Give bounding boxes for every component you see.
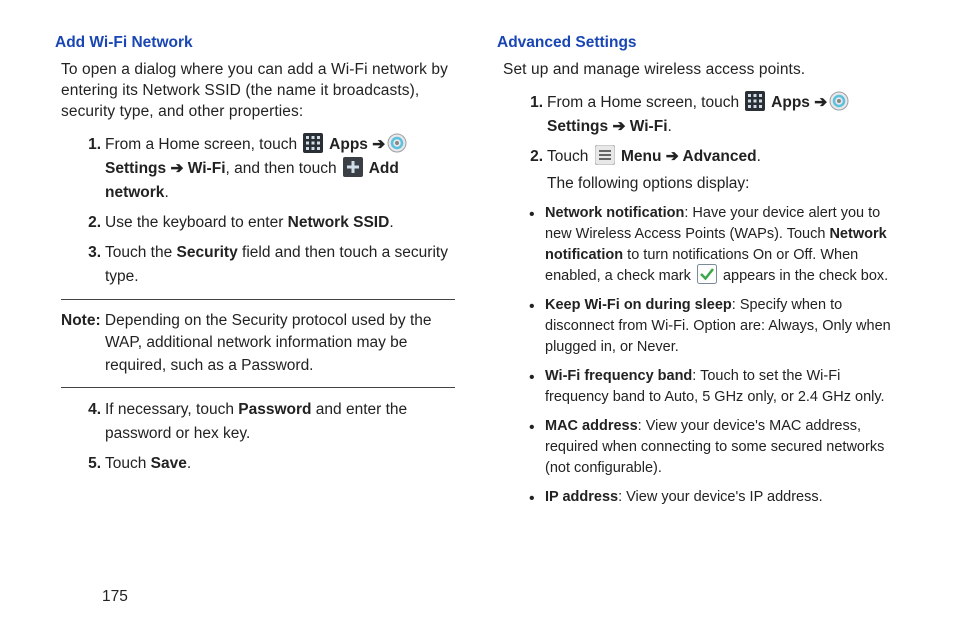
steps-list-right: From a Home screen, touch Apps ➔ Setting… [497, 91, 897, 195]
section-heading-advanced: Advanced Settings [497, 34, 897, 52]
section-heading-add-wifi: Add Wi-Fi Network [55, 34, 455, 52]
apps-label: Apps [767, 94, 814, 111]
text: , and then touch [226, 160, 341, 177]
step-3: Touch the Security field and then touch … [85, 241, 455, 289]
text: . [164, 184, 168, 201]
text: Touch [105, 455, 151, 472]
arrow-icon: ➔ [666, 148, 679, 165]
bullet-network-notification: Network notification: Have your device a… [529, 203, 897, 287]
note-body: Depending on the Security protocol used … [101, 312, 432, 374]
bullet-mac-address: MAC address: View your device's MAC addr… [529, 416, 897, 479]
text: If necessary, touch [105, 401, 238, 418]
save-label: Save [151, 455, 187, 472]
text: Touch the [105, 244, 177, 261]
opt-label: Network notification [545, 205, 684, 221]
password-label: Password [238, 401, 311, 418]
opt-label: Keep Wi-Fi on during sleep [545, 297, 732, 313]
apps-label: Apps [325, 136, 372, 153]
divider [61, 299, 455, 300]
wifi-label: Wi-Fi [625, 118, 667, 135]
text: From a Home screen, touch [105, 136, 301, 153]
left-column: Add Wi-Fi Network To open a dialog where… [55, 34, 455, 516]
steps-list-2: If necessary, touch Password and enter t… [55, 398, 455, 476]
settings-label: Settings [105, 160, 170, 177]
steps-list-1: From a Home screen, touch Apps ➔ Setting… [55, 133, 455, 289]
text: Use the keyboard to enter [105, 214, 288, 231]
manual-page: Add Wi-Fi Network To open a dialog where… [0, 0, 954, 636]
text: . [757, 148, 761, 165]
two-column-layout: Add Wi-Fi Network To open a dialog where… [55, 34, 904, 516]
note-paragraph: Note: Depending on the Security protocol… [61, 310, 455, 377]
bullet-keep-wifi-sleep: Keep Wi-Fi on during sleep: Specify when… [529, 295, 897, 358]
menu-bars-icon [595, 145, 615, 165]
intro-paragraph: To open a dialog where you can add a Wi-… [61, 60, 455, 123]
menu-label: Menu [617, 148, 666, 165]
settings-gear-icon [829, 91, 849, 111]
text: . [668, 118, 672, 135]
divider [61, 387, 455, 388]
opt-label: IP address [545, 489, 618, 505]
text: appears in the check box. [719, 268, 888, 284]
right-column: Advanced Settings Set up and manage wire… [497, 34, 897, 516]
arrow-icon: ➔ [612, 118, 625, 135]
text: . [187, 455, 191, 472]
intro-paragraph: Set up and manage wireless access points… [503, 60, 897, 81]
apps-grid-icon [745, 91, 765, 111]
add-plus-icon [343, 157, 363, 177]
text: . [389, 214, 393, 231]
settings-gear-icon [387, 133, 407, 153]
arrow-icon: ➔ [814, 94, 827, 111]
step-r1: From a Home screen, touch Apps ➔ Setting… [527, 91, 897, 139]
opt-label: MAC address [545, 418, 638, 434]
page-number: 175 [102, 588, 128, 606]
follow-text: The following options display: [547, 173, 897, 195]
step-4: If necessary, touch Password and enter t… [85, 398, 455, 446]
bullet-freq-band: Wi-Fi frequency band: Touch to set the W… [529, 366, 897, 408]
apps-grid-icon [303, 133, 323, 153]
note-label: Note: [61, 312, 101, 329]
arrow-icon: ➔ [170, 160, 183, 177]
advanced-label: Advanced [679, 148, 757, 165]
arrow-icon: ➔ [372, 136, 385, 153]
step-1: From a Home screen, touch Apps ➔ Setting… [85, 133, 455, 205]
text: From a Home screen, touch [547, 94, 743, 111]
network-ssid-label: Network SSID [288, 214, 390, 231]
bullet-ip-address: IP address: View your device's IP addres… [529, 487, 897, 508]
security-label: Security [177, 244, 238, 261]
text: : View your device's IP address. [618, 489, 823, 505]
wifi-label: Wi-Fi [183, 160, 225, 177]
opt-label: Wi-Fi frequency band [545, 368, 692, 384]
checkmark-box-icon [697, 264, 717, 284]
text: Touch [547, 148, 593, 165]
options-bullet-list: Network notification: Have your device a… [497, 203, 897, 508]
step-r2: Touch Menu ➔ Advanced. The following opt… [527, 145, 897, 195]
settings-label: Settings [547, 118, 612, 135]
step-2: Use the keyboard to enter Network SSID. [85, 211, 455, 235]
step-5: Touch Save. [85, 452, 455, 476]
